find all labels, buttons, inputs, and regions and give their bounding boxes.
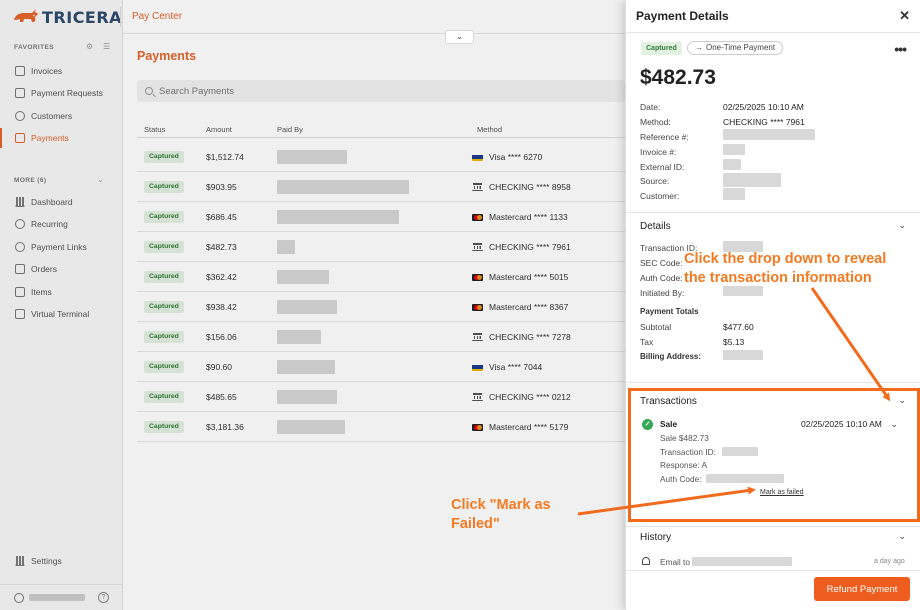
- divider: [626, 32, 920, 33]
- transaction-amount: Sale $482.73: [660, 433, 709, 443]
- reference-redacted: [723, 129, 815, 140]
- reference-label: Reference #:: [640, 132, 689, 142]
- subtotal-value: $477.60: [723, 322, 754, 332]
- customer-label: Customer:: [640, 191, 680, 201]
- transaction-response: Response: A: [660, 460, 708, 470]
- history-time: a day ago: [874, 558, 905, 565]
- billing-address-redacted: [723, 350, 763, 360]
- more-options-icon[interactable]: •••: [894, 42, 907, 56]
- panel-title: Payment Details: [636, 9, 729, 23]
- check-circle-icon: ✓: [642, 419, 653, 430]
- payment-amount: $482.73: [640, 66, 716, 89]
- refund-payment-button[interactable]: Refund Payment: [814, 577, 910, 601]
- transactions-section-title[interactable]: Transactions: [640, 396, 697, 407]
- history-chevron-down-icon[interactable]: ⌄: [898, 531, 906, 542]
- subtotal-label: Subtotal: [640, 322, 672, 332]
- mark-failed-hint-annotation: Click "Mark as Failed": [451, 496, 551, 534]
- auth-code-redacted: [706, 474, 784, 483]
- transaction-type: Sale: [660, 419, 678, 429]
- source-label: Source:: [640, 176, 670, 186]
- bell-icon: [642, 557, 650, 565]
- customer-redacted: [723, 188, 745, 200]
- external-id-label: External ID:: [640, 162, 685, 172]
- divider: [626, 526, 920, 527]
- history-section-title[interactable]: History: [640, 532, 671, 543]
- invoice-redacted: [723, 144, 745, 155]
- mark-as-failed-link[interactable]: Mark as failed: [760, 489, 804, 496]
- transaction-id-redacted: [722, 447, 758, 456]
- payment-totals-heading: Payment Totals: [640, 307, 699, 316]
- payment-details-panel: Payment Details ✕ Captured → One-Time Pay…: [625, 0, 920, 610]
- hint-line: Click the drop down to reveal: [684, 251, 887, 267]
- external-id-redacted: [723, 159, 741, 170]
- arrow-right-icon: →: [695, 43, 703, 52]
- date-value: 02/25/2025 10:10 AM: [723, 102, 804, 112]
- chevron-down-icon: ⌄: [456, 32, 463, 41]
- collapse-header-button[interactable]: ⌄: [445, 30, 474, 44]
- close-icon[interactable]: ✕: [899, 8, 910, 24]
- payment-type-label: One-Time Payment: [706, 43, 776, 52]
- date-label: Date:: [640, 102, 661, 112]
- divider: [626, 570, 920, 571]
- transaction-auth-code-label: Auth Code:: [660, 474, 702, 484]
- hint-line: the transaction information: [684, 270, 872, 286]
- hint-line: Click "Mark as: [451, 497, 551, 513]
- method-label: Method:: [640, 117, 671, 127]
- billing-address-label: Billing Address:: [640, 352, 702, 361]
- method-value: CHECKING **** 7961: [723, 117, 805, 127]
- transaction-id-label: Transaction ID:: [660, 447, 716, 457]
- history-email-label: Email to: [660, 557, 690, 567]
- transactions-chevron-down-icon[interactable]: ⌄: [898, 395, 906, 406]
- divider: [626, 382, 920, 383]
- hint-line: Failed": [451, 516, 500, 532]
- invoice-label: Invoice #:: [640, 147, 677, 157]
- details-auth-code-label: Auth Code:: [640, 273, 683, 283]
- dropdown-hint-annotation: Click the drop down to reveal the transa…: [684, 250, 886, 288]
- details-section-title[interactable]: Details: [640, 221, 671, 232]
- sec-code-label: SEC Code:: [640, 258, 683, 268]
- initiated-by-label: Initiated By:: [640, 288, 685, 298]
- payment-type-chip: → One-Time Payment: [687, 41, 784, 55]
- chevron-down-icon[interactable]: ⌄: [898, 220, 906, 231]
- source-redacted: [723, 173, 781, 187]
- email-redacted: [692, 557, 792, 566]
- tax-label: Tax: [640, 337, 654, 347]
- status-badge: Captured: [641, 42, 682, 55]
- tax-value: $5.13: [723, 337, 745, 347]
- transaction-expand-chevron-icon[interactable]: ⌄: [890, 419, 898, 430]
- transaction-date: 02/25/2025 10:10 AM: [801, 419, 882, 429]
- divider: [626, 212, 920, 213]
